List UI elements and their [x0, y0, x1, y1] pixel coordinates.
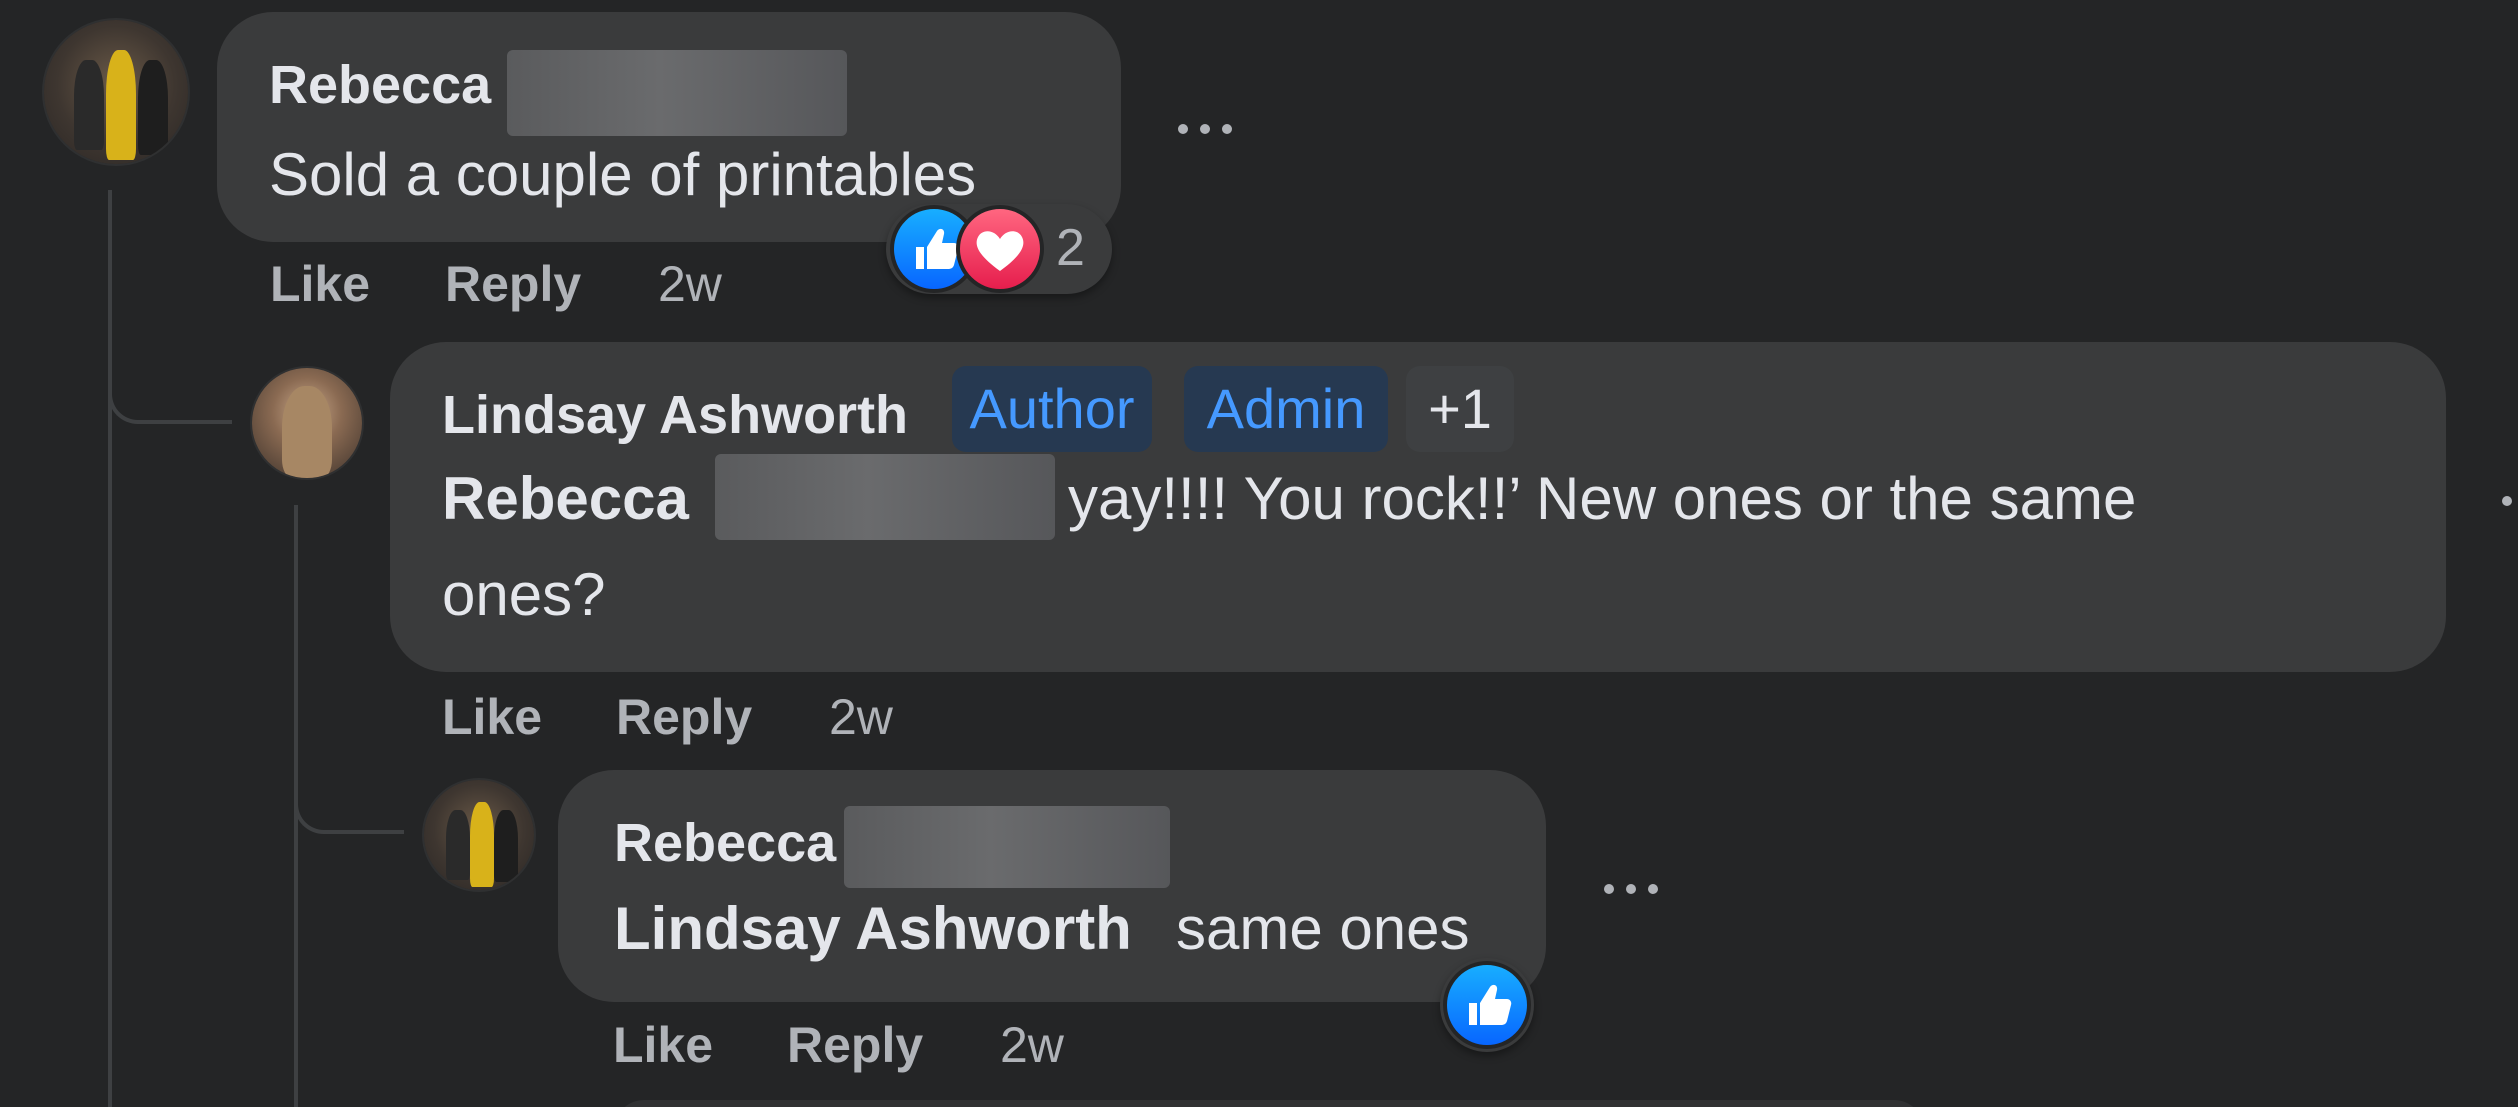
dot-icon	[2502, 496, 2512, 506]
comment-text: same ones	[1176, 895, 1470, 962]
avatar-figure	[282, 386, 332, 478]
avatar-figure	[446, 810, 470, 880]
timestamp[interactable]: 2w	[829, 688, 893, 746]
thread-branch-line	[108, 380, 232, 424]
mention-link[interactable]: Rebecca	[442, 456, 689, 542]
dot-icon	[1604, 884, 1614, 894]
admin-badge: Admin	[1184, 366, 1388, 452]
avatar-figure	[74, 60, 104, 150]
more-options-button[interactable]	[1604, 874, 1664, 904]
redacted-surname	[715, 454, 1055, 540]
comment-text: Sold a couple of printables	[269, 141, 977, 208]
comment-thread: Rebecca Sold a couple of printables 2 Li…	[0, 0, 2518, 1107]
reply-button[interactable]: Reply	[616, 688, 752, 746]
comment-bubble	[614, 1100, 1924, 1107]
avatar-figure	[106, 50, 136, 160]
avatar-figure	[470, 802, 494, 887]
comment-text: ones?	[442, 561, 606, 628]
avatar-figure	[138, 60, 168, 155]
timestamp[interactable]: 2w	[1000, 1016, 1064, 1074]
dot-icon	[1178, 124, 1188, 134]
reaction-count: 2	[1056, 219, 1085, 277]
avatar[interactable]	[252, 368, 362, 478]
more-options-button[interactable]	[1178, 114, 1238, 144]
reactions-summary[interactable]	[1440, 958, 1534, 1052]
comment-bubble: Lindsay Ashworth Author Admin +1 Rebecca…	[390, 342, 2446, 672]
reply-button[interactable]: Reply	[787, 1016, 923, 1074]
dot-icon	[1626, 884, 1636, 894]
comment-author[interactable]: Rebecca	[614, 812, 836, 874]
comment-text: yay!!!! You rock!!’ New ones or the same	[1068, 465, 2137, 532]
thread-line	[108, 190, 112, 1107]
love-icon	[956, 205, 1044, 293]
like-button[interactable]: Like	[270, 255, 370, 313]
reply-button[interactable]: Reply	[445, 255, 581, 313]
thread-branch-line	[294, 790, 404, 834]
timestamp[interactable]: 2w	[658, 255, 722, 313]
redacted-surname	[507, 50, 847, 136]
more-badges[interactable]: +1	[1406, 366, 1514, 452]
dot-icon	[1648, 884, 1658, 894]
more-options-button[interactable]	[2496, 486, 2518, 516]
dot-icon	[1200, 124, 1210, 134]
author-badge: Author	[952, 366, 1152, 452]
comment-author[interactable]: Rebecca	[269, 54, 491, 116]
comment-author[interactable]: Lindsay Ashworth	[442, 384, 908, 446]
avatar-figure	[494, 810, 518, 882]
redacted-surname	[844, 806, 1170, 888]
like-button[interactable]: Like	[442, 688, 542, 746]
reactions-summary[interactable]: 2	[886, 204, 1112, 294]
avatar[interactable]	[44, 20, 188, 164]
like-icon	[1443, 961, 1531, 1049]
dot-icon	[1222, 124, 1232, 134]
like-button[interactable]: Like	[613, 1016, 713, 1074]
avatar[interactable]	[424, 780, 534, 890]
mention-link[interactable]: Lindsay Ashworth	[614, 886, 1132, 972]
comment-bubble: Rebecca Lindsay Ashworth same ones	[558, 770, 1546, 1002]
